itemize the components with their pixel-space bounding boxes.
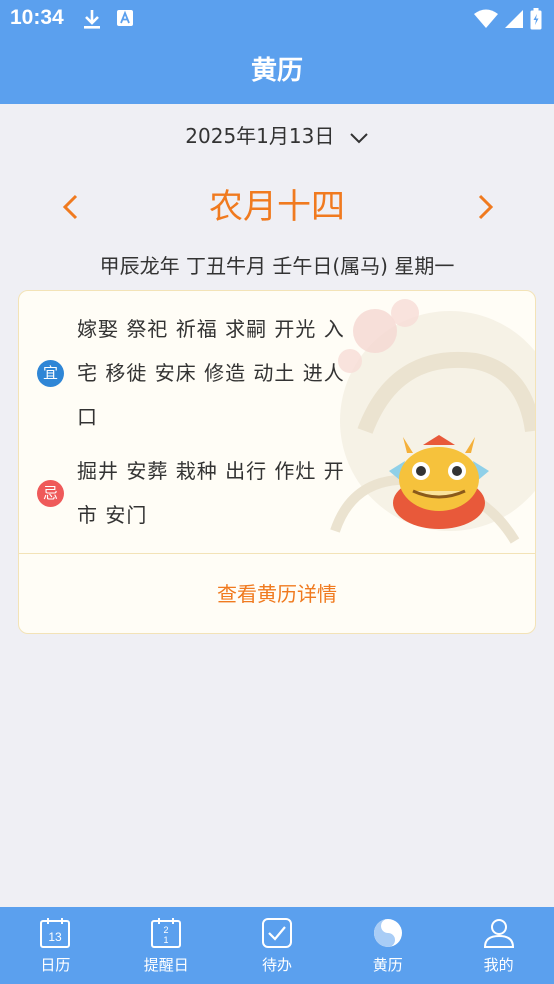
tab-profile[interactable]: 我的 — [443, 907, 554, 984]
date-picker-label: 2025年1月13日 — [185, 124, 335, 148]
wifi-icon — [474, 9, 498, 33]
tab-almanac-label: 黄历 — [372, 956, 403, 974]
yi-line: 宅 移徙 安床 修造 动土 进人 — [77, 361, 345, 385]
yin-yang-icon — [372, 917, 404, 953]
tab-todo[interactable]: 待办 — [222, 907, 333, 984]
tab-calendar-label: 日历 — [40, 956, 71, 974]
tab-reminder[interactable]: 21 提醒日 — [111, 907, 222, 984]
ji-activities: 掘井 安葬 栽种 出行 作灶 开 市 安门 — [77, 449, 357, 537]
status-time: 10:34 — [10, 6, 64, 29]
chevron-down-icon — [349, 122, 369, 154]
yi-badge: 宜 — [37, 360, 64, 387]
checkbox-icon — [261, 917, 293, 953]
status-bar: 10:34 — [0, 0, 554, 38]
tab-calendar[interactable]: 13 日历 — [0, 907, 111, 984]
battery-icon — [530, 8, 542, 34]
download-icon — [82, 8, 102, 34]
tab-profile-label: 我的 — [483, 956, 514, 974]
date-picker[interactable]: 2025年1月13日 — [0, 120, 554, 152]
signal-icon — [504, 9, 524, 33]
tab-todo-label: 待办 — [261, 956, 292, 974]
tab-reminder-label: 提醒日 — [143, 956, 189, 974]
page-title: 黄历 — [250, 56, 303, 86]
ji-line: 市 安门 — [77, 503, 148, 527]
dragon-mascot-icon — [389, 435, 489, 529]
bottom-tab-bar: 13 日历 21 提醒日 待办 黄历 我的 — [0, 907, 554, 984]
next-day-button[interactable] — [470, 190, 500, 224]
ganzhi-info: 甲辰龙年 丁丑牛月 壬午日(属马) 星期一 — [99, 254, 455, 278]
svg-text:13: 13 — [49, 930, 63, 944]
svg-text:2: 2 — [164, 925, 169, 935]
user-icon — [483, 917, 515, 953]
app-header: 黄历 — [0, 38, 554, 104]
lunar-date-row: 农月十四 — [0, 182, 554, 232]
tab-almanac[interactable]: 黄历 — [332, 907, 443, 984]
ji-line: 掘井 安葬 栽种 出行 作灶 开 — [77, 459, 345, 483]
svg-text:1: 1 — [164, 935, 169, 945]
yi-line: 口 — [77, 405, 98, 429]
ji-badge: 忌 — [37, 480, 64, 507]
yi-line: 嫁娶 祭祀 祈福 求嗣 开光 入 — [77, 317, 345, 341]
almanac-card: 宜 嫁娶 祭祀 祈福 求嗣 开光 入 宅 移徙 安床 修造 动土 进人 口 忌 … — [18, 290, 536, 634]
yi-activities: 嫁娶 祭祀 祈福 求嗣 开光 入 宅 移徙 安床 修造 动土 进人 口 — [77, 307, 357, 439]
app-notification-icon — [117, 10, 133, 30]
reminder-calendar-icon: 21 — [150, 917, 182, 953]
calendar-icon: 13 — [39, 917, 71, 953]
previous-day-button[interactable] — [56, 190, 86, 224]
view-almanac-details-link[interactable]: 查看黄历详情 — [19, 554, 535, 633]
